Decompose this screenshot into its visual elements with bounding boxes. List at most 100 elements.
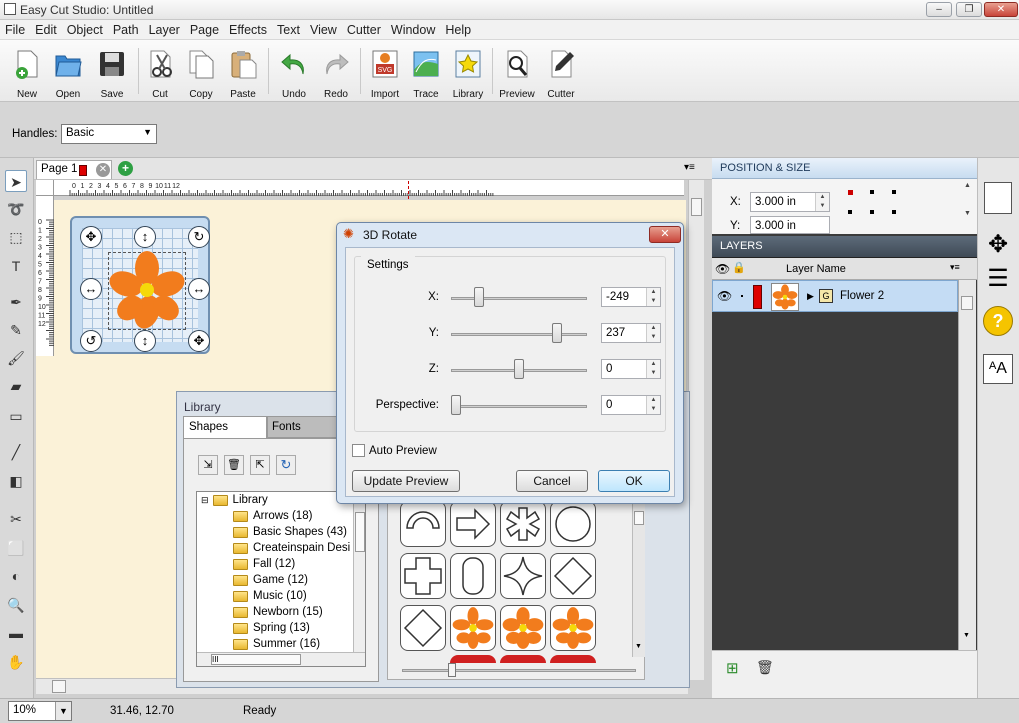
x-rotate-field[interactable]: -249 ▲ ▼ (601, 287, 661, 307)
scroll-thumb[interactable] (691, 198, 702, 216)
eraser-icon[interactable]: ▰ (5, 375, 27, 397)
delete-shape-icon[interactable]: 🗑 (224, 455, 244, 475)
pen-tool-icon[interactable]: ✒ (5, 291, 27, 313)
menu-file[interactable]: File (0, 20, 30, 37)
scroll-thumb[interactable] (52, 680, 66, 693)
tree-item[interactable]: Fall (12) (201, 556, 365, 572)
tree-item[interactable]: Arrows (18) (201, 508, 365, 524)
selected-flower-object[interactable]: ✥ ↕ ↻ ↔ ↔ ↺ ↕ ✥ (70, 216, 210, 354)
menu-page[interactable]: Page (185, 20, 224, 37)
auto-preview-checkbox[interactable] (352, 444, 365, 457)
perspective-field[interactable]: 0 ▲ ▼ (601, 395, 661, 415)
spinner-arrows-icon[interactable]: ▲ ▼ (646, 324, 660, 342)
shape-thumb-star[interactable] (500, 553, 546, 599)
layer-color-swatch[interactable] (753, 285, 762, 309)
contrast-icon[interactable]: ◐ (5, 565, 27, 587)
move-handle-icon[interactable]: ✥ (80, 226, 102, 248)
help-icon[interactable]: ? (983, 306, 1013, 336)
dialog-close-button[interactable]: ✕ (649, 226, 681, 243)
menu-help[interactable]: Help (440, 20, 476, 37)
rotate-handle-icon[interactable]: ↺ (80, 330, 102, 352)
menu-edit[interactable]: Edit (30, 20, 62, 37)
spinner-arrows-icon[interactable]: ▲ ▼ (646, 396, 660, 414)
reference-point-grid[interactable] (848, 190, 898, 220)
page-panel-icon[interactable] (984, 182, 1012, 214)
shape-thumb-flower[interactable] (550, 605, 596, 651)
position-panel-icon[interactable]: ✥ (982, 232, 1014, 258)
tree-hscrollbar[interactable]: III (197, 652, 365, 666)
export-shape-icon[interactable]: ⇱ (250, 455, 270, 475)
refresh-icon[interactable]: ↻ (276, 455, 296, 475)
expand-triangle-icon[interactable]: ▶ (807, 291, 814, 302)
cut-button[interactable]: Cut (140, 44, 180, 100)
text-tool-icon[interactable]: T (5, 255, 27, 277)
eyedropper-icon[interactable]: ╱ (5, 441, 27, 463)
new-button[interactable]: New (7, 44, 47, 100)
lasso-icon[interactable]: ➰ (5, 198, 27, 220)
shape-thumb-capsule[interactable] (450, 553, 496, 599)
menu-text[interactable]: Text (272, 20, 305, 37)
delete-layer-icon[interactable]: 🗑 (756, 659, 774, 676)
close-tab-icon[interactable]: ✕ (96, 163, 110, 177)
layers-scrollbar[interactable]: ▼ (958, 280, 976, 650)
open-button[interactable]: Open (48, 44, 88, 100)
shape-thumb-diamond[interactable] (550, 553, 596, 599)
tab-shapes[interactable]: Shapes (183, 416, 267, 438)
size-slider-thumb[interactable] (448, 663, 456, 677)
scale-handle-icon[interactable]: ✥ (188, 330, 210, 352)
tab-menu-icon[interactable]: ▾≡ (684, 162, 695, 173)
y-slider-thumb[interactable] (551, 323, 562, 343)
menu-window[interactable]: Window (386, 20, 440, 37)
menu-cutter[interactable]: Cutter (342, 20, 386, 37)
trace-button[interactable]: Trace (406, 44, 446, 100)
paste-button[interactable]: Paste (223, 44, 263, 100)
menu-layer[interactable]: Layer (144, 20, 185, 37)
menu-effects[interactable]: Effects (224, 20, 272, 37)
menu-object[interactable]: Object (62, 20, 108, 37)
shape-thumb-arch[interactable] (400, 501, 446, 547)
y-position-field[interactable]: 3.000 in (750, 216, 830, 234)
shape-thumb-circle[interactable] (550, 501, 596, 547)
update-preview-button[interactable]: Update Preview (352, 470, 460, 492)
shape-thumb-arrow[interactable] (450, 501, 496, 547)
copy-button[interactable]: Copy (181, 44, 221, 100)
layers-panel-icon[interactable]: ☰ (982, 262, 1014, 296)
tree-item[interactable]: Summer (16) (201, 636, 365, 652)
y-rotate-field[interactable]: 237 ▲ ▼ (601, 323, 661, 343)
perspective-slider-thumb[interactable] (451, 395, 461, 415)
layer-row-flower-2[interactable]: 👁 ▶ G Flower 2 (712, 280, 958, 312)
resize-horizontal-icon[interactable]: ↔ (80, 278, 102, 300)
minimize-button[interactable]: – (926, 2, 952, 17)
layer-menu-icon[interactable]: ▾≡ (950, 262, 960, 273)
undo-button[interactable]: Undo (274, 44, 314, 100)
library-button[interactable]: Library (448, 44, 488, 100)
select-arrow-icon[interactable]: ➤ (5, 170, 27, 192)
node-edit-icon[interactable]: ⬚ (5, 226, 27, 248)
tree-scrollbar[interactable] (353, 492, 365, 652)
rotate-handle-icon[interactable]: ↻ (188, 226, 210, 248)
maximize-button[interactable]: ❐ (956, 2, 982, 17)
tree-item[interactable]: Newborn (15) (201, 604, 365, 620)
x-rotate-slider[interactable] (451, 297, 587, 300)
text-panel-icon[interactable]: ᴬA (983, 354, 1013, 384)
scroll-down-icon[interactable]: ▼ (963, 632, 970, 639)
preview-button[interactable]: Preview (497, 44, 537, 100)
close-button[interactable]: ✕ (984, 2, 1018, 17)
spinner-arrows-icon[interactable]: ▲ ▼ (815, 193, 829, 211)
add-page-icon[interactable]: + (118, 161, 133, 176)
tree-item[interactable]: Createinspain Desi (201, 540, 365, 556)
transform-icon[interactable]: ⬜ (5, 537, 27, 559)
perspective-slider[interactable] (451, 405, 587, 408)
tree-item[interactable]: Spring (13) (201, 620, 365, 636)
fill-icon[interactable]: ◧ (5, 470, 27, 492)
spinner-arrows-icon[interactable]: ▲ ▼ (646, 360, 660, 378)
resize-vertical-icon[interactable]: ↕ (134, 330, 156, 352)
vertical-scrollbar[interactable] (688, 180, 704, 680)
import-shape-icon[interactable]: ⇲ (198, 455, 218, 475)
panel-scroll-icon[interactable]: ▲ ▼ (964, 182, 976, 232)
y-rotate-slider[interactable] (451, 333, 587, 336)
shape-thumb-cross[interactable] (400, 553, 446, 599)
ruler-icon[interactable]: ▬ (5, 622, 27, 644)
x-slider-thumb[interactable] (473, 287, 484, 307)
tab-page-1[interactable]: Page 1 ✕ (36, 160, 112, 179)
